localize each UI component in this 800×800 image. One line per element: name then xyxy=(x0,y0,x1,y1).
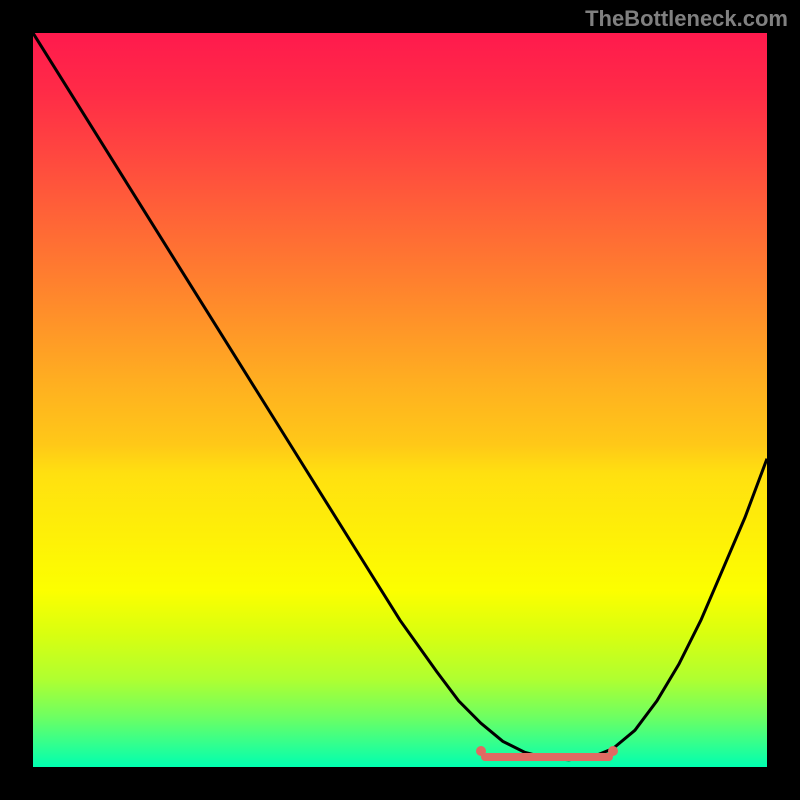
highlight-segment xyxy=(481,753,613,761)
marker-dot-1 xyxy=(608,746,618,756)
plot-area xyxy=(33,33,767,767)
marker-dot-0 xyxy=(476,746,486,756)
gradient-background xyxy=(33,33,767,767)
watermark-text: TheBottleneck.com xyxy=(585,6,788,32)
